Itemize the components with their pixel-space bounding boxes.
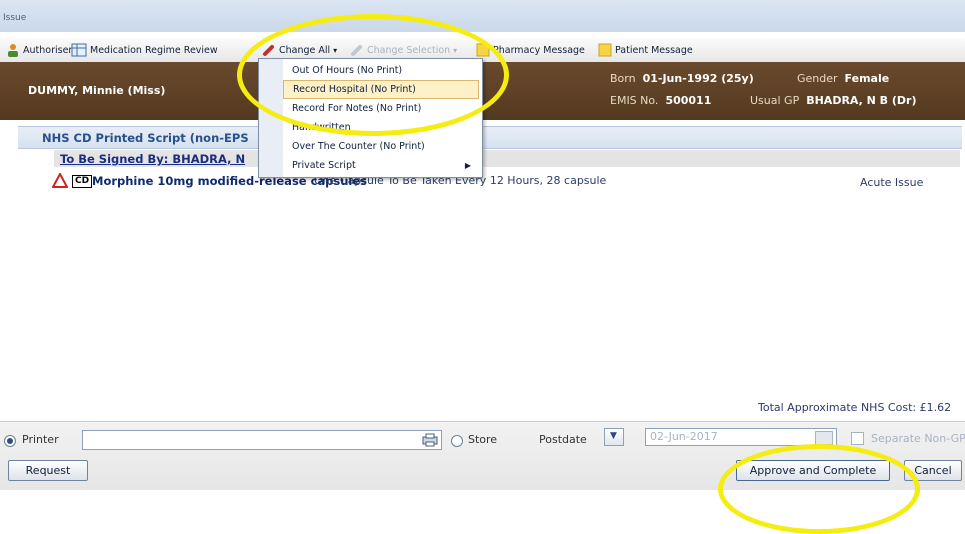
request-button[interactable]: Request <box>8 460 88 481</box>
script-list: NHS CD Printed Script (non-EPS To Be Sig… <box>18 126 962 426</box>
printer-icon[interactable] <box>422 433 438 447</box>
patient-message-button[interactable]: Patient Message <box>598 38 693 62</box>
postdate-value: 02-Jun-2017 <box>650 430 718 443</box>
printer-radio[interactable] <box>4 435 16 447</box>
printer-label: Printer <box>22 433 59 446</box>
title-bar: Issue <box>0 0 965 32</box>
born-label: Born <box>610 72 636 85</box>
authoriser-button[interactable]: Authoriser <box>6 38 72 62</box>
born-info: Born 01-Jun-1992 (25y) <box>610 72 754 85</box>
cd-badge: CD <box>72 175 93 188</box>
chevron-down-icon: ▾ <box>333 45 338 55</box>
menu-gutter <box>259 59 283 177</box>
note-icon <box>598 43 612 57</box>
footer-bar: Printer Store Postdate ▼ 02-Jun-2017 Sep… <box>0 421 965 490</box>
usual-gp-label: Usual GP <box>750 94 800 107</box>
change-all-menu: Out Of Hours (No Print) Record Hospital … <box>258 58 483 178</box>
change-selection-label: Change Selection <box>367 44 451 56</box>
store-label: Store <box>468 433 498 446</box>
menu-item-handwritten[interactable]: Handwritten <box>283 118 479 137</box>
pharmacy-message-label: Pharmacy Message <box>493 44 585 56</box>
usual-gp-info: Usual GP BHADRA, N B (Dr) <box>750 94 917 107</box>
note-icon <box>476 43 490 57</box>
script-section-header[interactable]: NHS CD Printed Script (non-EPS <box>18 126 962 149</box>
emis-label: EMIS No. <box>610 94 659 107</box>
store-radio[interactable] <box>451 435 463 447</box>
menu-item-record-hospital[interactable]: Record Hospital (No Print) <box>283 80 479 99</box>
approve-and-complete-button[interactable]: Approve and Complete <box>736 460 890 481</box>
issue-type: Acute Issue <box>860 176 924 189</box>
chevron-right-icon: ▶ <box>464 161 471 170</box>
menu-item-record-for-notes[interactable]: Record For Notes (No Print) <box>283 99 479 118</box>
medication-row[interactable]: CD Morphine 10mg modified-release capsul… <box>52 172 962 190</box>
window-title: Issue <box>3 13 27 23</box>
menu-item-out-of-hours[interactable]: Out Of Hours (No Print) <box>283 61 479 80</box>
separate-non-gp-label: Separate Non-GP <box>871 432 965 445</box>
menu-item-over-the-counter[interactable]: Over The Counter (No Print) <box>283 137 479 156</box>
section-header-label: NHS CD Printed Script (non-EPS <box>42 131 249 145</box>
patient-name: DUMMY, Minnie (Miss) <box>28 84 166 97</box>
gender-value: Female <box>844 72 890 85</box>
warning-triangle-icon <box>52 173 68 188</box>
pharmacy-message-button[interactable]: Pharmacy Message <box>476 38 585 62</box>
calendar-icon[interactable] <box>815 431 833 445</box>
chevron-down-icon: ▼ <box>610 431 617 441</box>
chevron-down-icon: ▾ <box>453 45 458 55</box>
usual-gp-value: BHADRA, N B (Dr) <box>806 94 917 107</box>
gender-info: Gender Female <box>797 72 889 85</box>
emis-info: EMIS No. 500011 <box>610 94 711 107</box>
pill-icon <box>263 45 274 56</box>
total-cost: Total Approximate NHS Cost: £1.62 <box>758 401 952 414</box>
separate-non-gp-checkbox[interactable] <box>851 432 864 445</box>
postdate-checkbox[interactable]: ▼ <box>604 428 624 446</box>
table-icon <box>71 43 87 57</box>
postdate-label: Postdate <box>539 433 587 446</box>
medication-regime-review-button[interactable]: Medication Regime Review <box>71 38 218 62</box>
gender-label: Gender <box>797 72 838 85</box>
authoriser-label: Authoriser <box>23 44 73 56</box>
emis-value: 500011 <box>665 94 712 107</box>
cancel-button[interactable]: Cancel <box>904 460 962 481</box>
private-script-label: Private Script <box>292 160 356 171</box>
person-icon <box>8 44 18 57</box>
signed-by-label: To Be Signed By: BHADRA, N <box>60 152 246 166</box>
patient-message-label: Patient Message <box>615 44 693 56</box>
pill-icon <box>351 45 362 56</box>
postdate-field[interactable]: 02-Jun-2017 <box>645 428 837 446</box>
printer-field[interactable] <box>82 430 442 450</box>
menu-item-private-script[interactable]: Private Script ▶ <box>283 156 479 175</box>
medication-regime-review-label: Medication Regime Review <box>90 44 218 56</box>
change-all-label: Change All <box>279 44 331 56</box>
signed-by-row[interactable]: To Be Signed By: BHADRA, N <box>54 150 960 167</box>
born-value: 01-Jun-1992 (25y) <box>642 72 754 85</box>
